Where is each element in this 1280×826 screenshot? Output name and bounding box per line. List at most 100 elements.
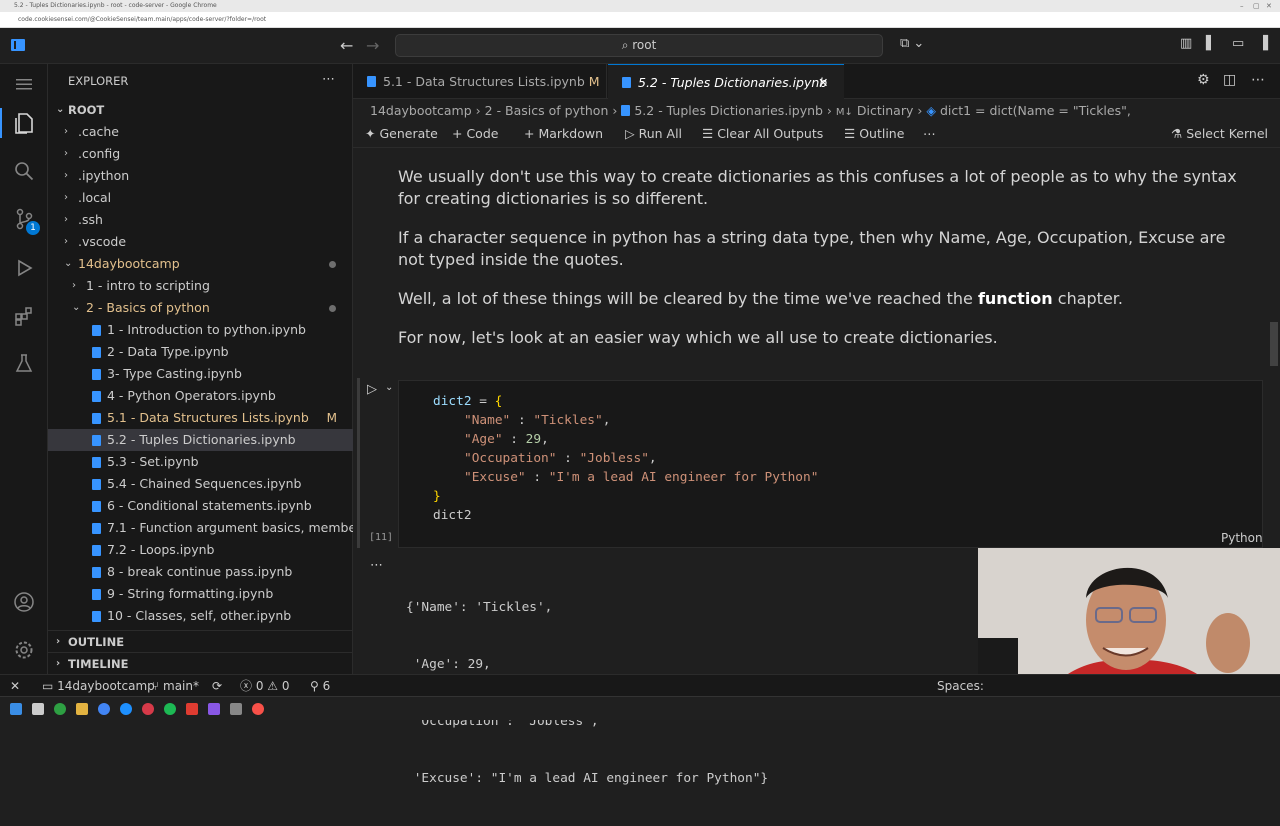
app-icon[interactable] bbox=[230, 703, 242, 715]
tree-item[interactable]: › .local bbox=[48, 187, 353, 209]
toggle-secondary-sidebar-icon[interactable]: ▐ bbox=[1258, 36, 1268, 51]
accounts-icon[interactable] bbox=[12, 590, 36, 614]
app-icon[interactable] bbox=[54, 703, 66, 715]
select-kernel-button[interactable]: ⚗ Select Kernel bbox=[1171, 122, 1268, 146]
outline-section[interactable]: › OUTLINE bbox=[48, 630, 353, 652]
command-center-search[interactable]: ⌕ root bbox=[395, 34, 883, 57]
spotify-icon[interactable] bbox=[164, 703, 176, 715]
tree-item[interactable]: 5.2 - Tuples Dictionaries.ipynb bbox=[48, 429, 353, 451]
close-window-icon[interactable]: ✕ bbox=[1266, 0, 1272, 12]
app-icon[interactable] bbox=[208, 703, 220, 715]
copilot-icon[interactable]: ⧉ ⌄ bbox=[900, 36, 924, 51]
breadcrumb-item[interactable]: Dictinary bbox=[857, 103, 913, 118]
back-arrow-icon[interactable]: ← bbox=[340, 36, 353, 55]
scrollbar-thumb[interactable] bbox=[1270, 322, 1278, 366]
toggle-sidebar-icon[interactable]: ▌ bbox=[1206, 36, 1216, 51]
explorer-root[interactable]: ⌄ ROOT bbox=[48, 99, 353, 121]
indentation-status[interactable]: Spaces: bbox=[937, 675, 984, 697]
more-actions-icon[interactable]: ⋯ bbox=[1251, 72, 1265, 88]
tree-item[interactable]: 4 - Python Operators.ipynb bbox=[48, 385, 353, 407]
tree-item[interactable]: › .cache bbox=[48, 121, 353, 143]
tree-item[interactable]: › .config bbox=[48, 143, 353, 165]
tree-item[interactable]: 5.1 - Data Structures Lists.ipynb M bbox=[48, 407, 353, 429]
breadcrumb-item[interactable]: dict1 = dict(Name = "Tickles", bbox=[940, 103, 1131, 118]
tree-item-label: 2 - Basics of python bbox=[86, 300, 210, 315]
tree-item[interactable]: › 1 - intro to scripting bbox=[48, 275, 353, 297]
tree-item[interactable]: 10 - Classes, self, other.ipynb bbox=[48, 605, 353, 627]
run-debug-icon[interactable] bbox=[12, 256, 36, 280]
testing-icon[interactable] bbox=[12, 351, 36, 375]
tree-item[interactable]: 2 - Data Type.ipynb bbox=[48, 341, 353, 363]
run-all-button[interactable]: ▷ Run All bbox=[625, 122, 682, 146]
tree-item[interactable]: 7.2 - Loops.ipynb bbox=[48, 539, 353, 561]
notebook-icon bbox=[92, 611, 101, 622]
branch-status[interactable]: ⑂ main* bbox=[152, 675, 199, 697]
tree-item-label: 9 - String formatting.ipynb bbox=[107, 586, 274, 601]
extensions-icon[interactable] bbox=[12, 304, 36, 328]
ports-status[interactable]: ⚲ 6 bbox=[310, 675, 330, 697]
app-icon[interactable] bbox=[142, 703, 154, 715]
app-icon[interactable] bbox=[186, 703, 198, 715]
app-icon[interactable] bbox=[252, 703, 264, 715]
cell-language[interactable]: Python bbox=[1221, 531, 1263, 545]
add-markdown-button[interactable]: + Markdown bbox=[524, 122, 603, 146]
problems-status[interactable]: ⓧ 0 ⚠ 0 bbox=[240, 675, 290, 697]
customize-layout-icon[interactable]: ▥ bbox=[1180, 36, 1192, 51]
workspace-status[interactable]: ▭ 14daybootcamp bbox=[42, 675, 155, 697]
modified-dot bbox=[329, 305, 336, 312]
minimize-icon[interactable]: – bbox=[1240, 0, 1244, 12]
menu-logo-icon[interactable] bbox=[10, 38, 26, 52]
add-code-button[interactable]: + Code bbox=[452, 122, 498, 146]
gear-icon[interactable]: ⚙ bbox=[1197, 72, 1210, 88]
toggle-panel-icon[interactable]: ▭ bbox=[1232, 36, 1244, 51]
sync-icon[interactable]: ⟳ bbox=[212, 675, 222, 697]
outline-button[interactable]: ☰ Outline bbox=[844, 122, 904, 146]
windows-start-icon[interactable] bbox=[10, 703, 22, 715]
chevron-right-icon: › bbox=[64, 148, 68, 159]
breadcrumb-item[interactable]: 14daybootcamp bbox=[370, 103, 472, 118]
clear-outputs-button[interactable]: ☰ Clear All Outputs bbox=[702, 122, 823, 146]
tree-item-label: .ssh bbox=[78, 212, 103, 227]
tree-item[interactable]: 5.3 - Set.ipynb bbox=[48, 451, 353, 473]
menu-hamburger-icon[interactable] bbox=[12, 72, 36, 96]
tree-item[interactable]: › .vscode bbox=[48, 231, 353, 253]
split-editor-icon[interactable]: ◫ bbox=[1223, 72, 1236, 88]
tree-item[interactable]: 5.4 - Chained Sequences.ipynb bbox=[48, 473, 353, 495]
breadcrumb-item[interactable]: 2 - Basics of python bbox=[485, 103, 609, 118]
timeline-section[interactable]: › TIMELINE bbox=[48, 652, 353, 674]
tree-item[interactable]: 9 - String formatting.ipynb bbox=[48, 583, 353, 605]
remote-icon[interactable]: ✕ bbox=[10, 675, 20, 697]
settings-gear-icon[interactable] bbox=[12, 638, 36, 662]
title-bar: ← → ⌕ root ⧉ ⌄ ▥ ▌ ▭ ▐ bbox=[0, 28, 1280, 64]
file-explorer-icon[interactable] bbox=[76, 703, 88, 715]
tree-item[interactable]: 3- Type Casting.ipynb bbox=[48, 363, 353, 385]
tree-item[interactable]: ⌄ 14daybootcamp bbox=[48, 253, 353, 275]
tree-item[interactable]: ⌄ 2 - Basics of python bbox=[48, 297, 353, 319]
tree-item[interactable]: 7.1 - Function argument basics, membersh… bbox=[48, 517, 353, 539]
tree-item[interactable]: 8 - break continue pass.ipynb bbox=[48, 561, 353, 583]
search-icon[interactable] bbox=[12, 159, 36, 183]
browser-address-bar[interactable]: code.cookiesensei.com/@CookieSensei/team… bbox=[0, 12, 1280, 28]
generate-button[interactable]: ✦ Generate bbox=[365, 122, 438, 146]
more-actions-icon[interactable]: ⋯ bbox=[322, 72, 335, 87]
tree-item[interactable]: 1 - Introduction to python.ipynb bbox=[48, 319, 353, 341]
forward-arrow-icon[interactable]: → bbox=[366, 36, 379, 55]
chevron-down-icon[interactable]: ⌄ bbox=[385, 382, 393, 393]
tree-item[interactable]: › .ssh bbox=[48, 209, 353, 231]
task-view-icon[interactable] bbox=[32, 703, 44, 715]
code-cell[interactable]: dict2 = { "Name" : "Tickles", "Age" : 29… bbox=[398, 380, 1263, 548]
source-control-icon[interactable]: 1 bbox=[12, 207, 40, 235]
explorer-icon[interactable] bbox=[12, 111, 36, 135]
run-cell-icon[interactable]: ▷ bbox=[367, 382, 377, 397]
tab-lists[interactable]: 5.1 - Data Structures Lists.ipynb M bbox=[353, 64, 607, 99]
tab-tuples-dictionaries[interactable]: 5.2 - Tuples Dictionaries.ipynb ✕ bbox=[608, 64, 844, 99]
output-more-icon[interactable]: ⋯ bbox=[370, 558, 383, 573]
chrome-icon[interactable] bbox=[98, 703, 110, 715]
edge-icon[interactable] bbox=[120, 703, 132, 715]
breadcrumb-item[interactable]: 5.2 - Tuples Dictionaries.ipynb bbox=[634, 103, 823, 118]
maximize-icon[interactable]: ▢ bbox=[1253, 0, 1260, 12]
tree-item[interactable]: › .ipython bbox=[48, 165, 353, 187]
tree-item[interactable]: 6 - Conditional statements.ipynb bbox=[48, 495, 353, 517]
close-tab-icon[interactable]: ✕ bbox=[818, 65, 828, 100]
more-toolbar-icon[interactable]: ⋯ bbox=[923, 122, 936, 146]
